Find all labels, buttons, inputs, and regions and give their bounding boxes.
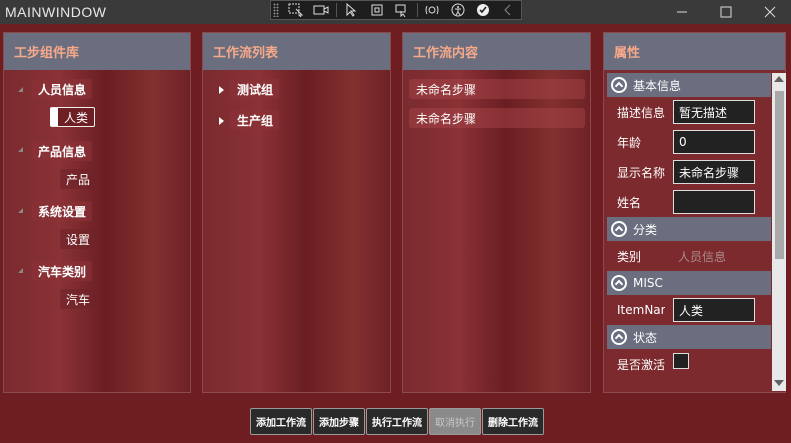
property-name: 年龄	[617, 135, 642, 150]
toolbar-separator	[335, 3, 337, 17]
property-row: 类别 人员信息	[607, 241, 771, 271]
step-item[interactable]: 未命名步骤	[409, 79, 585, 99]
description-field[interactable]: 暂无描述	[673, 100, 755, 124]
expander-icon[interactable]	[219, 117, 224, 125]
property-row: 描述信息 暂无描述	[607, 97, 771, 127]
vertical-scrollbar[interactable]	[772, 73, 786, 391]
binding-icon[interactable]	[420, 1, 445, 19]
property-row: ItemName 人类	[607, 295, 771, 325]
category-status[interactable]: 状态	[607, 325, 771, 349]
category-label: 基本信息	[633, 78, 682, 93]
collapse-icon[interactable]	[496, 1, 521, 19]
delete-workflow-button[interactable]: 删除工作流	[482, 408, 544, 435]
close-icon[interactable]	[748, 0, 791, 24]
category-label: 状态	[633, 330, 658, 345]
video-icon[interactable]	[308, 1, 333, 19]
run-workflow-button[interactable]: 执行工作流	[366, 408, 428, 435]
category-label: 分类	[633, 222, 658, 237]
toolbar-separator	[416, 3, 418, 17]
age-field[interactable]: 0	[673, 130, 755, 154]
cancel-run-button[interactable]: 取消执行	[429, 408, 481, 435]
property-name: 描述信息	[617, 105, 665, 120]
minimize-icon[interactable]	[660, 0, 704, 24]
accessibility-icon[interactable]	[445, 1, 470, 19]
add-step-button[interactable]: 添加步骤	[313, 408, 365, 435]
checkmark-icon[interactable]	[470, 1, 495, 19]
panel-title: 工作流列表	[203, 33, 390, 70]
property-row: 是否激活	[607, 349, 771, 379]
property-name: 类别	[617, 249, 642, 264]
component-library-panel: 工步组件库 人员信息 人类 产品信息 产品 系统设置 设置 汽车类别 汽车	[3, 32, 191, 393]
toolbar-grip-icon[interactable]	[273, 3, 279, 17]
category-classification[interactable]: 分类	[607, 217, 771, 241]
collapse-category-icon[interactable]	[611, 275, 627, 291]
property-grid: 基本信息 描述信息 暂无描述 年龄 0 显示名称 未命名步骤 姓名 分类 类别 …	[607, 73, 771, 391]
expander-icon[interactable]	[18, 208, 23, 213]
scroll-down-icon[interactable]	[772, 377, 786, 389]
item-name-field[interactable]: 人类	[673, 298, 755, 322]
property-name: 姓名	[617, 195, 642, 210]
scroll-up-icon[interactable]	[772, 73, 786, 85]
scroll-thumb[interactable]	[775, 91, 784, 259]
tree-item-people[interactable]: 人员信息	[32, 79, 93, 99]
expander-icon[interactable]	[18, 268, 23, 273]
property-name: ItemName	[617, 303, 665, 317]
expander-icon[interactable]	[18, 147, 23, 152]
panel-title: 工作流内容	[403, 33, 590, 70]
workflow-list-panel: 工作流列表 测试组 生产组	[202, 32, 391, 393]
debug-toolbar	[270, 0, 522, 20]
tree-item-car[interactable]: 汽车	[60, 289, 97, 309]
tree-item-product[interactable]: 产品	[60, 169, 97, 189]
step-item[interactable]: 未命名步骤	[409, 108, 585, 128]
panel-title: 工步组件库	[4, 33, 190, 70]
property-row: 姓名	[607, 187, 771, 217]
tree-item-system-settings[interactable]: 系统设置	[32, 201, 93, 221]
tree-item-settings[interactable]: 设置	[60, 229, 97, 249]
property-name: 是否激活	[617, 357, 665, 372]
collapse-category-icon[interactable]	[611, 77, 627, 93]
properties-panel: 属性 基本信息 描述信息 暂无描述 年龄 0 显示名称 未命名步骤 姓名 分类 …	[603, 32, 786, 393]
select-element-icon[interactable]	[283, 1, 308, 19]
property-name: 显示名称	[617, 165, 665, 180]
tree-item-human[interactable]: 人类	[50, 107, 96, 127]
collapse-category-icon[interactable]	[611, 329, 627, 345]
category-basic-info[interactable]: 基本信息	[607, 73, 771, 97]
category-label: MISC	[633, 276, 663, 290]
tree-item-car-category[interactable]: 汽车类别	[32, 261, 93, 281]
tree-item-product-info[interactable]: 产品信息	[32, 141, 93, 161]
property-row: 年龄 0	[607, 127, 771, 157]
name-field[interactable]	[673, 190, 755, 214]
pointer-icon[interactable]	[339, 1, 364, 19]
property-row: 显示名称 未命名步骤	[607, 157, 771, 187]
hot-reload-icon[interactable]	[389, 1, 414, 19]
action-bar: 添加工作流 添加步骤 执行工作流 取消执行 删除工作流	[250, 408, 544, 435]
tree-item-test-group[interactable]: 测试组	[231, 79, 280, 99]
add-workflow-button[interactable]: 添加工作流	[250, 408, 312, 435]
collapse-category-icon[interactable]	[611, 221, 627, 237]
expander-icon[interactable]	[219, 86, 224, 94]
maximize-icon[interactable]	[704, 0, 748, 24]
display-name-field[interactable]: 未命名步骤	[673, 160, 755, 184]
workflow-content-panel: 工作流内容 未命名步骤 未命名步骤	[402, 32, 591, 393]
frame-icon[interactable]	[364, 1, 389, 19]
category-misc[interactable]: MISC	[607, 271, 771, 295]
active-checkbox[interactable]	[673, 353, 689, 369]
window-title: MAINWINDOW	[5, 4, 107, 20]
tree-item-production-group[interactable]: 生产组	[231, 110, 280, 130]
panel-title: 属性	[604, 33, 785, 70]
expander-icon[interactable]	[18, 87, 23, 92]
category-value: 人员信息	[678, 249, 727, 264]
